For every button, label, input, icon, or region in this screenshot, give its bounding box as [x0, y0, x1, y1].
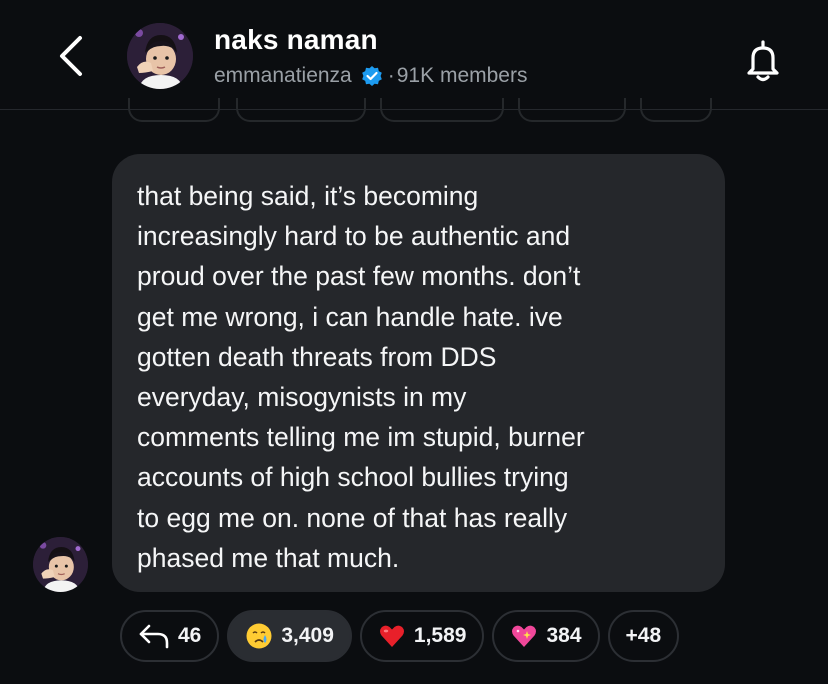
crying-face-emoji [246, 623, 272, 649]
chat-header: naks naman emmanatienza · 91K members [0, 0, 828, 110]
reaction-count: 1,589 [413, 624, 467, 647]
reaction-count: 384 [546, 624, 582, 647]
sparkling-heart-emoji [512, 625, 537, 647]
more-reactions-count: +48 [625, 624, 662, 647]
sender-avatar[interactable] [33, 537, 88, 592]
author-name[interactable]: emmanatienza [214, 64, 352, 88]
channel-subline: emmanatienza · 91K members [214, 64, 527, 88]
verified-badge-icon [361, 66, 382, 86]
bell-icon [747, 40, 779, 82]
previous-reaction-chip [380, 98, 504, 122]
previous-reaction-chip [128, 98, 220, 122]
reaction-chip-crying[interactable]: 3,409 [227, 610, 352, 662]
reaction-chip-sparkling-heart[interactable]: 384 [492, 610, 600, 662]
previous-reaction-chip [640, 98, 712, 122]
notification-button[interactable] [740, 38, 786, 84]
red-heart-emoji [379, 625, 404, 647]
avatar-photo [127, 23, 193, 89]
message-bubble[interactable]: that being said, it’s becoming increasin… [112, 154, 725, 592]
message-text: that being said, it’s becoming increasin… [137, 181, 585, 573]
more-reactions-chip[interactable]: +48 [607, 610, 680, 662]
reaction-chip-heart[interactable]: 1,589 [359, 610, 485, 662]
chevron-left-icon [60, 36, 82, 76]
avatar-photo [33, 537, 88, 592]
member-count: 91K members [396, 64, 528, 87]
previous-reaction-chip [518, 98, 626, 122]
reply-count: 46 [178, 624, 202, 647]
reaction-bar: 46 3,409 1,589 384 +48 [120, 610, 680, 662]
channel-avatar[interactable] [127, 23, 193, 89]
reply-chip[interactable]: 46 [120, 610, 220, 662]
reaction-count: 3,409 [281, 624, 334, 647]
separator-dot: · [387, 64, 395, 87]
back-button[interactable] [52, 34, 92, 78]
channel-title: naks naman [214, 24, 378, 55]
previous-reaction-chip [236, 98, 366, 122]
reply-arrow-icon [139, 624, 169, 649]
